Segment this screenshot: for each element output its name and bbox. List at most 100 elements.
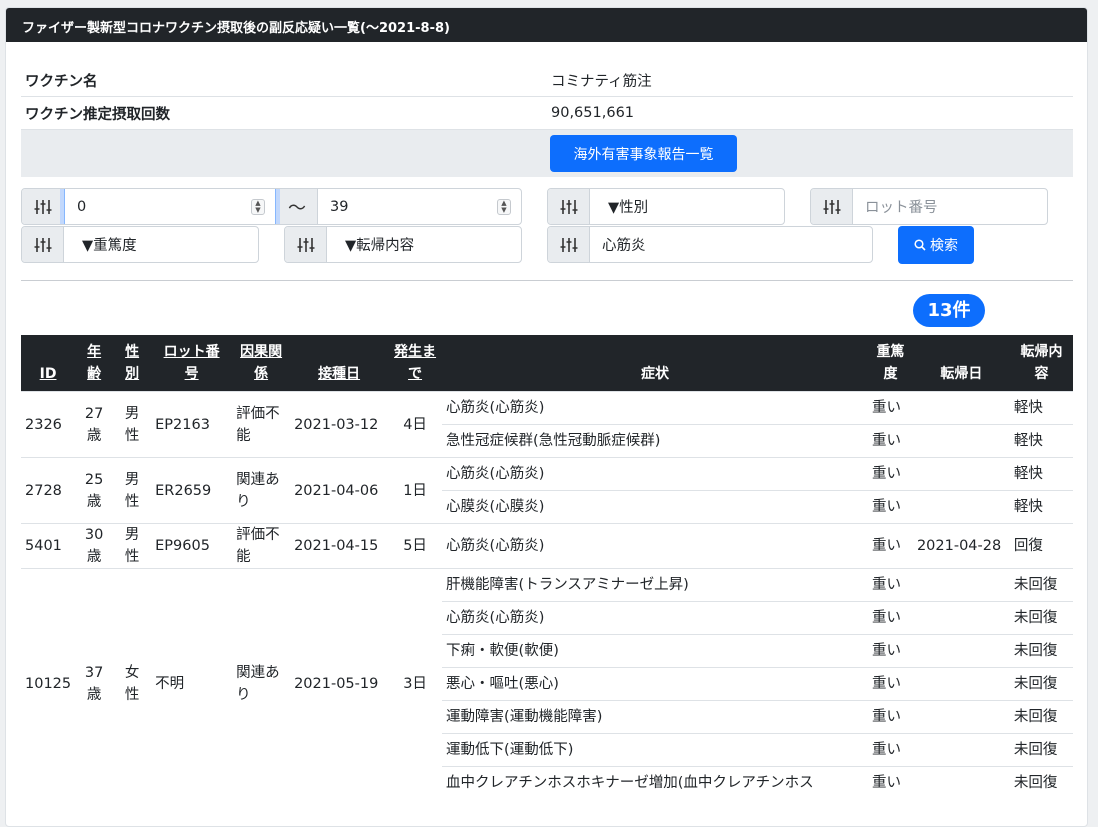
doses-value: 90,651,661 bbox=[551, 105, 635, 121]
cell-outcome: 未回復 bbox=[1009, 568, 1073, 602]
col-id[interactable]: ID bbox=[21, 335, 76, 392]
cell-lot: EP9605 bbox=[151, 523, 233, 569]
cell-outcome-date bbox=[912, 568, 1010, 602]
cell-outcome: 未回復 bbox=[1009, 733, 1073, 767]
outcome-select-group: ▼転帰内容 bbox=[284, 226, 522, 263]
overseas-reports-button[interactable]: 海外有害事象報告一覧 bbox=[550, 135, 737, 172]
col-outcome-date: 転帰日 bbox=[912, 335, 1010, 392]
col-symptom: 症状 bbox=[442, 335, 868, 392]
cell-symptom: 心筋炎(心筋炎) bbox=[442, 391, 868, 425]
cell-age: 25 歳 bbox=[75, 457, 114, 524]
lot-number-input[interactable]: ロット番号 bbox=[853, 189, 1047, 224]
report-card: ファイザー製新型コロナワクチン摂取後の副反応疑い一覧(〜2021-8-8) ワク… bbox=[5, 7, 1088, 827]
vaccine-info: ワクチン名 コミナティ筋注 ワクチン推定摂取回数 90,651,661 海外有害… bbox=[21, 64, 1073, 177]
cell-onset: 1日 bbox=[388, 457, 443, 524]
sliders-icon bbox=[22, 189, 64, 224]
lot-input-group: ロット番号 bbox=[810, 188, 1048, 225]
cell-sex: 女性 bbox=[113, 568, 152, 800]
cell-date: 2021-03-12 bbox=[290, 391, 389, 458]
cell-outcome: 未回復 bbox=[1009, 634, 1073, 668]
severity-select-group: ▼重篤度 bbox=[21, 226, 259, 263]
cell-lot: 不明 bbox=[151, 568, 233, 800]
cell-severity: 重い bbox=[867, 733, 913, 767]
results-table: ID 年齢 性別 ロット番号 因果関係 接種日 発生まで 症状 重篤度 転帰日 … bbox=[21, 335, 1073, 800]
search-icon bbox=[914, 239, 926, 251]
vaccine-name-value: コミナティ筋注 bbox=[551, 73, 652, 90]
search-button[interactable]: 検索 bbox=[898, 226, 974, 264]
result-count-badge: 13件 bbox=[913, 294, 985, 327]
symptom-input[interactable]: 心筋炎 bbox=[590, 227, 872, 262]
cell-outcome-date bbox=[912, 766, 1010, 800]
cell-symptom: 急性冠症候群(急性冠動脈症候群) bbox=[442, 424, 868, 458]
age-from-input[interactable]: 0 ▲ ▼ bbox=[64, 189, 276, 224]
cell-outcome: 未回復 bbox=[1009, 601, 1073, 635]
age-range-group: 0 ▲ ▼ 〜 39 ▲ ▼ bbox=[21, 188, 522, 225]
sliders-icon bbox=[548, 227, 590, 262]
table-header-row: ID 年齢 性別 ロット番号 因果関係 接種日 発生まで 症状 重篤度 転帰日 … bbox=[21, 335, 1073, 392]
sliders-icon bbox=[548, 189, 590, 224]
cell-symptom: 心筋炎(心筋炎) bbox=[442, 601, 868, 635]
cell-onset: 5日 bbox=[388, 523, 443, 569]
table-row: 5401 30 歳男性 EP9605 評価不能 2021-04-15 5日 心筋炎(心筋炎) 重… bbox=[21, 523, 1073, 569]
cell-outcome: 未回復 bbox=[1009, 700, 1073, 734]
col-causal[interactable]: 因果関係 bbox=[232, 335, 291, 392]
cell-outcome: 軽快 bbox=[1009, 490, 1073, 524]
cell-severity: 重い bbox=[867, 457, 913, 491]
cell-outcome-date bbox=[912, 457, 1010, 491]
col-age[interactable]: 年齢 bbox=[75, 335, 114, 392]
cell-severity: 重い bbox=[867, 700, 913, 734]
cell-symptom: 運動障害(運動機能障害) bbox=[442, 700, 868, 734]
cell-symptom: 心膜炎(心膜炎) bbox=[442, 490, 868, 524]
cell-outcome-date bbox=[912, 490, 1010, 524]
cell-date: 2021-04-06 bbox=[290, 457, 389, 524]
cell-severity: 重い bbox=[867, 568, 913, 602]
cell-age: 27 歳 bbox=[75, 391, 114, 458]
doses-label: ワクチン推定摂取回数 bbox=[25, 106, 170, 123]
cell-sex: 男性 bbox=[113, 391, 152, 458]
cell-outcome-date bbox=[912, 391, 1010, 425]
col-onset[interactable]: 発生まで bbox=[388, 335, 443, 392]
sliders-icon bbox=[22, 227, 64, 262]
col-sex[interactable]: 性別 bbox=[113, 335, 152, 392]
cell-date: 2021-05-19 bbox=[290, 568, 389, 800]
cell-outcome: 未回復 bbox=[1009, 766, 1073, 800]
search-button-label: 検索 bbox=[930, 238, 958, 254]
cell-outcome-date bbox=[912, 634, 1010, 668]
cell-outcome: 軽快 bbox=[1009, 391, 1073, 425]
cell-causal: 関連あり bbox=[232, 457, 291, 524]
col-date[interactable]: 接種日 bbox=[290, 335, 389, 392]
gender-select[interactable]: ▼性別 bbox=[590, 189, 784, 224]
cell-date: 2021-04-15 bbox=[290, 523, 389, 569]
col-lot[interactable]: ロット番号 bbox=[151, 335, 233, 392]
cell-severity: 重い bbox=[867, 667, 913, 701]
sliders-icon bbox=[285, 227, 327, 262]
cell-outcome: 回復 bbox=[1009, 523, 1073, 569]
gender-select-group: ▼性別 bbox=[547, 188, 785, 225]
cell-severity: 重い bbox=[867, 634, 913, 668]
cell-symptom: 下痢・軟便(軟便) bbox=[442, 634, 868, 668]
cell-symptom: 血中クレアチンホスホキナーゼ増加(血中クレアチンホス bbox=[442, 766, 868, 800]
cell-symptom: 運動低下(運動低下) bbox=[442, 733, 868, 767]
cell-causal: 関連あり bbox=[232, 568, 291, 800]
cell-sex: 男性 bbox=[113, 523, 152, 569]
cell-causal: 評価不能 bbox=[232, 523, 291, 569]
cell-age: 37 歳 bbox=[75, 568, 114, 800]
cell-lot: EP2163 bbox=[151, 391, 233, 458]
symptom-input-group: 心筋炎 bbox=[547, 226, 873, 263]
cell-outcome: 未回復 bbox=[1009, 667, 1073, 701]
tilde-separator: 〜 bbox=[276, 189, 318, 224]
cell-outcome: 軽快 bbox=[1009, 457, 1073, 491]
spinner-icon[interactable]: ▲ ▼ bbox=[251, 199, 265, 215]
cell-outcome-date bbox=[912, 424, 1010, 458]
vaccine-name-label: ワクチン名 bbox=[25, 73, 98, 90]
outcome-select[interactable]: ▼転帰内容 bbox=[327, 227, 521, 262]
overseas-row: 海外有害事象報告一覧 bbox=[21, 130, 1073, 177]
cell-symptom: 心筋炎(心筋炎) bbox=[442, 457, 868, 491]
table-row: 2728 25 歳男性 ER2659 関連あり 2021-04-06 1日 心筋炎(心筋炎) 重… bbox=[21, 457, 1073, 524]
spinner-icon[interactable]: ▲ ▼ bbox=[497, 199, 511, 215]
cell-severity: 重い bbox=[867, 766, 913, 800]
severity-select[interactable]: ▼重篤度 bbox=[64, 227, 258, 262]
doses-row: ワクチン推定摂取回数 90,651,661 bbox=[21, 97, 1073, 130]
age-to-input[interactable]: 39 ▲ ▼ bbox=[318, 189, 521, 224]
cell-onset: 4日 bbox=[388, 391, 443, 458]
